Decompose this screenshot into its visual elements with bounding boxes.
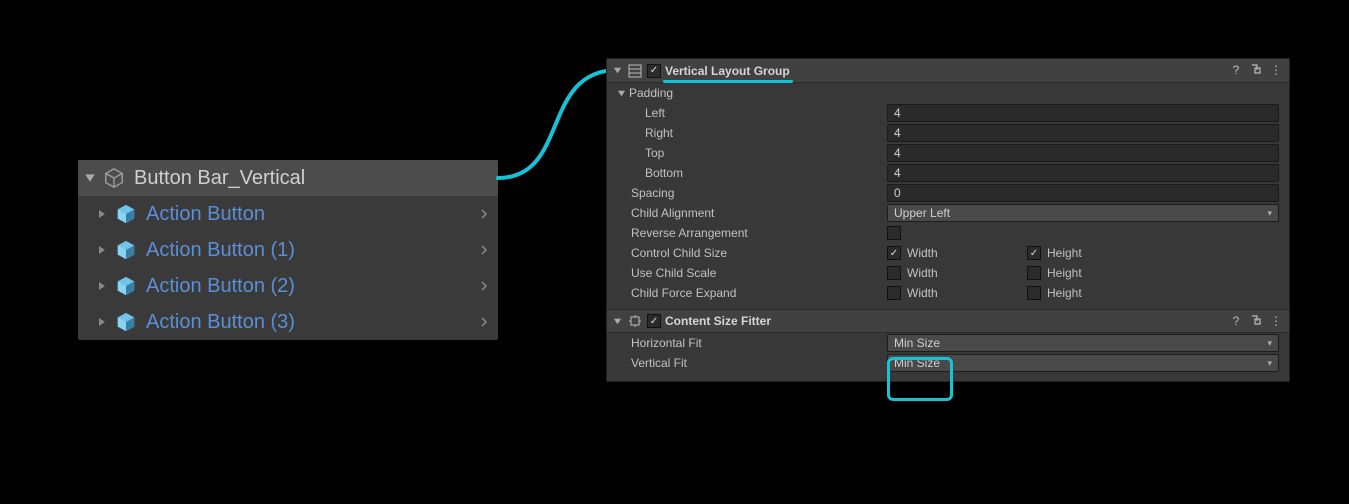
chevron-right-icon[interactable] [476,281,492,291]
hierarchy-item-label: Action Button (1) [146,239,476,262]
kebab-icon[interactable]: ⋮ [1269,63,1283,78]
prefab-icon [114,238,138,262]
chevron-right-icon[interactable] [476,245,492,255]
vertical-fit-dropdown[interactable]: Min Size ▾ [887,354,1279,372]
chevron-down-icon: ▾ [1267,208,1272,219]
use-scale-width-checkbox[interactable] [887,266,901,280]
chevron-right-icon[interactable] [476,317,492,327]
component-header-csf[interactable]: ✓ Content Size Fitter ? ⋮ [607,309,1289,333]
force-expand-width-checkbox[interactable] [887,286,901,300]
foldout-icon[interactable] [94,314,110,330]
reverse-arrangement-checkbox[interactable] [887,226,901,240]
height-label: Height [1047,246,1082,260]
help-icon[interactable]: ? [1229,314,1243,329]
horizontal-fit-dropdown[interactable]: Min Size ▾ [887,334,1279,352]
padding-top-input[interactable] [887,144,1279,162]
padding-foldout[interactable]: Padding [607,83,1289,103]
hierarchy-item-child[interactable]: Action Button (2) [78,268,498,304]
hierarchy-item-label: Action Button (2) [146,275,476,298]
width-label: Width [907,266,938,280]
component-enable-checkbox[interactable]: ✓ [647,314,661,328]
child-force-expand-label: Child Force Expand [607,286,887,300]
vertical-fit-label: Vertical Fit [607,356,887,370]
hierarchy-item-child[interactable]: Action Button (1) [78,232,498,268]
component-enable-checkbox[interactable]: ✓ [647,64,661,78]
prefab-icon [114,310,138,334]
foldout-icon[interactable] [613,66,623,75]
horizontal-fit-value: Min Size [894,336,940,350]
prefab-icon [114,202,138,226]
help-icon[interactable]: ? [1229,63,1243,78]
left-label: Left [607,106,887,120]
foldout-icon[interactable] [94,206,110,222]
control-width-checkbox[interactable]: ✓ [887,246,901,260]
hierarchy-item-parent[interactable]: Button Bar_Vertical [78,160,498,196]
child-alignment-value: Upper Left [894,206,950,220]
control-child-size-label: Control Child Size [607,246,887,260]
chevron-down-icon: ▾ [1267,338,1272,349]
hierarchy-item-child[interactable]: Action Button (3) [78,304,498,340]
use-scale-height-checkbox[interactable] [1027,266,1041,280]
foldout-icon[interactable] [82,170,98,186]
hierarchy-item-child[interactable]: Action Button [78,196,498,232]
hierarchy-panel: Button Bar_Vertical Action Button Action… [78,160,498,340]
padding-left-input[interactable] [887,104,1279,122]
chevron-down-icon: ▾ [1267,358,1272,369]
foldout-icon[interactable] [94,278,110,294]
foldout-icon[interactable] [613,317,623,326]
preset-icon[interactable] [1249,314,1263,329]
preset-icon[interactable] [1249,63,1263,78]
spacing-input[interactable] [887,184,1279,202]
width-label: Width [907,286,938,300]
horizontal-fit-label: Horizontal Fit [607,336,887,350]
annotation-underline [663,80,793,83]
force-expand-height-checkbox[interactable] [1027,286,1041,300]
foldout-icon[interactable] [94,242,110,258]
spacing-label: Spacing [607,186,887,200]
padding-right-input[interactable] [887,124,1279,142]
width-label: Width [907,246,938,260]
control-height-checkbox[interactable]: ✓ [1027,246,1041,260]
reverse-arrangement-label: Reverse Arrangement [607,226,887,240]
hierarchy-item-label: Button Bar_Vertical [134,167,492,190]
padding-label: Padding [629,86,673,100]
content-size-fitter-icon [627,313,643,329]
inspector-panel: ✓ Vertical Layout Group ? ⋮ Padding Left… [606,58,1290,382]
gameobject-icon [102,166,126,190]
prefab-icon [114,274,138,298]
height-label: Height [1047,286,1082,300]
vertical-fit-value: Min Size [894,356,940,370]
height-label: Height [1047,266,1082,280]
kebab-icon[interactable]: ⋮ [1269,314,1283,329]
use-child-scale-label: Use Child Scale [607,266,887,280]
bottom-label: Bottom [607,166,887,180]
chevron-right-icon[interactable] [476,209,492,219]
padding-bottom-input[interactable] [887,164,1279,182]
child-alignment-label: Child Alignment [607,206,887,220]
component-title: Content Size Fitter [665,314,1225,328]
hierarchy-item-label: Action Button (3) [146,311,476,334]
right-label: Right [607,126,887,140]
layout-group-icon [627,63,643,79]
hierarchy-item-label: Action Button [146,203,476,226]
child-alignment-dropdown[interactable]: Upper Left ▾ [887,204,1279,222]
top-label: Top [607,146,887,160]
component-title: Vertical Layout Group [665,64,1225,78]
